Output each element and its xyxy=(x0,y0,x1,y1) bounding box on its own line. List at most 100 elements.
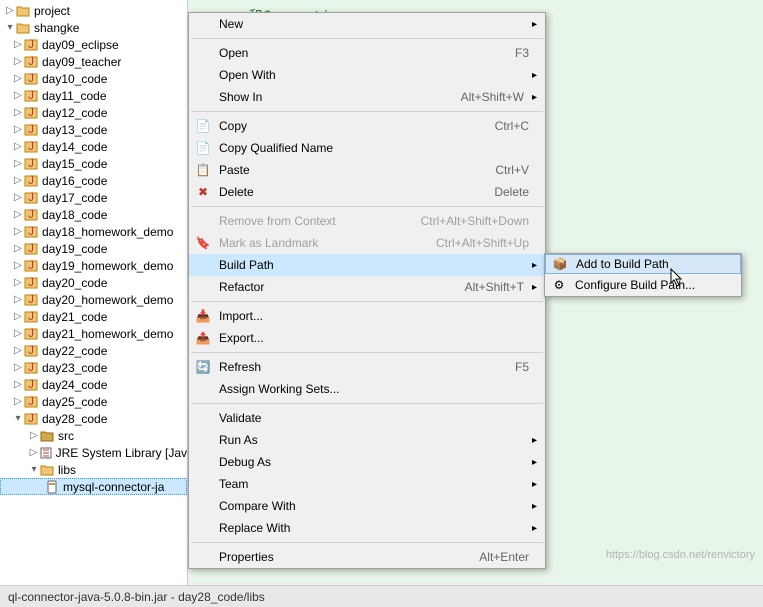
expand-icon[interactable]: ▷ xyxy=(12,141,24,152)
tree-item[interactable]: ▷Jday14_code xyxy=(0,138,187,155)
tree-item-jar[interactable]: mysql-connector-ja xyxy=(0,478,187,495)
menu-delete[interactable]: ✖DeleteDelete xyxy=(189,181,545,203)
menu-import[interactable]: 📥Import... xyxy=(189,305,545,327)
tree-item[interactable]: ▷Jday10_code xyxy=(0,70,187,87)
java-project-icon: J xyxy=(24,208,40,222)
svg-text:J: J xyxy=(28,225,34,238)
tree-item[interactable]: ▷Jday21_homework_demo xyxy=(0,325,187,342)
expand-icon[interactable]: ▷ xyxy=(12,73,24,84)
tree-item[interactable]: ▷Jday23_code xyxy=(0,359,187,376)
tree-item[interactable]: ▷Jday25_code xyxy=(0,393,187,410)
tree-item[interactable]: ▷Jday21_code xyxy=(0,308,187,325)
expand-icon[interactable]: ▷ xyxy=(12,277,24,288)
expand-icon[interactable]: ▷ xyxy=(12,90,24,101)
expand-icon[interactable]: ▷ xyxy=(12,192,24,203)
menu-build-path[interactable]: Build Path▸ xyxy=(189,254,545,276)
tree-item-libs[interactable]: ▾ libs xyxy=(0,461,187,478)
submenu-configure-build-path[interactable]: ⚙ Configure Build Path... xyxy=(545,274,741,296)
refresh-icon: 🔄 xyxy=(195,359,211,375)
expand-icon[interactable]: ▷ xyxy=(12,175,24,186)
shangke-root[interactable]: ▾ shangke xyxy=(0,19,187,36)
expand-icon[interactable]: ▷ xyxy=(12,379,24,390)
menu-copy-qualified[interactable]: 📄Copy Qualified Name xyxy=(189,137,545,159)
tree-item[interactable]: ▷Jday20_homework_demo xyxy=(0,291,187,308)
expand-icon[interactable]: ▷ xyxy=(28,430,40,441)
tree-item[interactable]: ▷Jday19_code xyxy=(0,240,187,257)
expand-icon[interactable]: ▷ xyxy=(12,243,24,254)
expand-icon[interactable]: ▷ xyxy=(28,447,39,458)
expand-icon[interactable]: ▷ xyxy=(12,39,24,50)
menu-open-with[interactable]: Open With▸ xyxy=(189,64,545,86)
expand-icon[interactable]: ▷ xyxy=(12,396,24,407)
tree-item[interactable]: ▷Jday16_code xyxy=(0,172,187,189)
collapse-icon[interactable]: ▾ xyxy=(28,464,40,475)
menu-team[interactable]: Team▸ xyxy=(189,473,545,495)
menu-run-as[interactable]: Run As▸ xyxy=(189,429,545,451)
chevron-right-icon: ▸ xyxy=(532,19,537,30)
submenu-add-build-path[interactable]: 📦 Add to Build Path xyxy=(545,254,741,274)
menu-export[interactable]: 📤Export... xyxy=(189,327,545,349)
menu-replace-with[interactable]: Replace With▸ xyxy=(189,517,545,539)
expand-icon[interactable]: ▷ xyxy=(12,158,24,169)
expand-icon[interactable]: ▷ xyxy=(12,260,24,271)
tree-item[interactable]: ▷Jday18_code xyxy=(0,206,187,223)
expand-icon[interactable]: ▷ xyxy=(12,209,24,220)
tree-item[interactable]: ▷Jday12_code xyxy=(0,104,187,121)
tree-item[interactable]: ▷Jday22_code xyxy=(0,342,187,359)
menu-compare-with[interactable]: Compare With▸ xyxy=(189,495,545,517)
menu-debug-as[interactable]: Debug As▸ xyxy=(189,451,545,473)
expand-icon[interactable]: ▷ xyxy=(12,345,24,356)
menu-copy[interactable]: 📄CopyCtrl+C xyxy=(189,115,545,137)
expand-icon[interactable]: ▷ xyxy=(12,328,24,339)
menu-assign-ws[interactable]: Assign Working Sets... xyxy=(189,378,545,400)
java-project-icon: J xyxy=(24,242,40,256)
expand-icon[interactable]: ▷ xyxy=(4,5,16,16)
project-explorer[interactable]: ▷ project ▾ shangke ▷Jday09_eclipse▷Jday… xyxy=(0,0,188,585)
tree-item[interactable]: ▷Jday09_teacher xyxy=(0,53,187,70)
menu-refactor[interactable]: RefactorAlt+Shift+T▸ xyxy=(189,276,545,298)
tree-item[interactable]: ▷Jday18_homework_demo xyxy=(0,223,187,240)
tree-item[interactable]: ▷Jday20_code xyxy=(0,274,187,291)
svg-text:J: J xyxy=(28,106,34,119)
expand-icon[interactable]: ▷ xyxy=(12,294,24,305)
folder-icon xyxy=(40,463,56,477)
menu-properties[interactable]: PropertiesAlt+Enter xyxy=(189,546,545,568)
java-project-icon: J xyxy=(24,327,40,341)
menu-refresh[interactable]: 🔄RefreshF5 xyxy=(189,356,545,378)
menu-paste[interactable]: 📋PasteCtrl+V xyxy=(189,159,545,181)
tree-item[interactable]: ▷Jday24_code xyxy=(0,376,187,393)
menu-show-in[interactable]: Show InAlt+Shift+W▸ xyxy=(189,86,545,108)
tree-item[interactable]: ▷Jday13_code xyxy=(0,121,187,138)
expand-icon[interactable]: ▷ xyxy=(12,124,24,135)
java-project-icon: J xyxy=(24,106,40,120)
menu-open[interactable]: OpenF3 xyxy=(189,42,545,64)
expand-icon[interactable]: ▷ xyxy=(12,362,24,373)
chevron-right-icon: ▸ xyxy=(532,435,537,446)
svg-text:J: J xyxy=(28,310,34,323)
menu-new[interactable]: New▸ xyxy=(189,13,545,35)
tree-item[interactable]: ▷Jday17_code xyxy=(0,189,187,206)
tree-item[interactable]: ▷Jday09_eclipse xyxy=(0,36,187,53)
java-project-icon: J xyxy=(24,89,40,103)
collapse-icon[interactable]: ▾ xyxy=(12,413,24,424)
project-root[interactable]: ▷ project xyxy=(0,2,187,19)
collapse-icon[interactable]: ▾ xyxy=(4,22,16,33)
expand-icon[interactable]: ▷ xyxy=(12,226,24,237)
tree-item-src[interactable]: ▷ src xyxy=(0,427,187,444)
tree-item-day28[interactable]: ▾ J day28_code xyxy=(0,410,187,427)
tree-item[interactable]: ▷Jday15_code xyxy=(0,155,187,172)
expand-icon[interactable]: ▷ xyxy=(12,56,24,67)
tree-item-jre[interactable]: ▷ JRE System Library [Jav xyxy=(0,444,187,461)
java-project-icon: J xyxy=(24,55,40,69)
svg-text:J: J xyxy=(28,276,34,289)
expand-icon[interactable]: ▷ xyxy=(12,311,24,322)
expand-icon[interactable]: ▷ xyxy=(12,107,24,118)
java-project-icon: J xyxy=(24,378,40,392)
status-bar: ql-connector-java-5.0.8-bin.jar - day28_… xyxy=(0,585,763,607)
build-path-submenu[interactable]: 📦 Add to Build Path ⚙ Configure Build Pa… xyxy=(544,253,742,297)
menu-validate[interactable]: Validate xyxy=(189,407,545,429)
svg-text:J: J xyxy=(28,72,34,85)
tree-item[interactable]: ▷Jday19_homework_demo xyxy=(0,257,187,274)
tree-item[interactable]: ▷Jday11_code xyxy=(0,87,187,104)
context-menu[interactable]: New▸ OpenF3 Open With▸ Show InAlt+Shift+… xyxy=(188,12,546,569)
